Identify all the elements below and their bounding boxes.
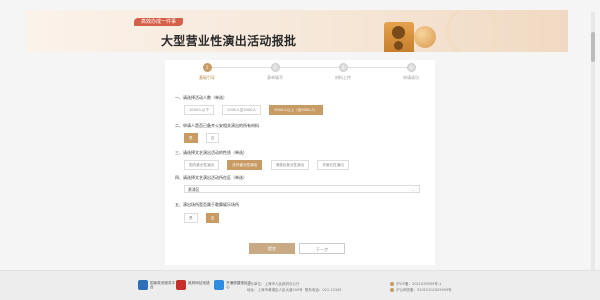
step-label: 材料上传: [335, 75, 351, 80]
page: 高效办成一件事 大型营业性演出活动报批 1 基础引导 2 表单填写 3 材料上传…: [0, 0, 600, 300]
page-title: 大型营业性演出活动报批: [161, 34, 297, 48]
gov-service-icon: [138, 280, 148, 290]
option-foreign[interactable]: 涉外营业性演出: [227, 160, 263, 170]
police-badge-icon: [390, 288, 394, 292]
step-dot: 2: [270, 63, 280, 72]
icp-badge-icon: [390, 282, 394, 286]
emblem-icon: [176, 280, 186, 290]
option-yes[interactable]: 是: [184, 213, 198, 223]
option-under-1000[interactable]: 1000人以下: [184, 105, 214, 115]
option-1000-5000[interactable]: 1000人至5000人: [222, 105, 262, 115]
next-button[interactable]: 下一步: [299, 243, 345, 254]
banner-tag: 高效办成一件事: [134, 18, 184, 26]
footer-police-record[interactable]: 沪公网安备：31010102005959号: [396, 288, 452, 292]
question-3-options: 国内营业性演出 涉外营业性演出 港澳台营业性演出 非营业性演出: [184, 160, 352, 170]
service-center-icon: [214, 280, 224, 290]
option-yes[interactable]: 是: [184, 133, 198, 143]
scrollbar[interactable]: [591, 12, 595, 292]
option-no[interactable]: 否: [205, 133, 220, 143]
speaker-illustration: [384, 22, 414, 52]
step-4: 4 申请成功: [381, 63, 441, 81]
step-dot: 4: [406, 63, 416, 72]
question-1-options: 1000人以下 1000人至5000人 5000人以上（含5000人）: [184, 105, 326, 115]
step-label: 基础引导: [199, 75, 215, 80]
question-2-options: 是 否: [184, 133, 222, 143]
footer-icp[interactable]: 沪ICP备：2021039399号-1: [396, 282, 441, 286]
option-no[interactable]: 否: [205, 213, 220, 223]
district-select[interactable]: 黄浦区 ⌄: [184, 185, 420, 193]
option-over-5000[interactable]: 5000人以上（含5000人）: [269, 105, 323, 115]
banner: 高效办成一件事 大型营业性演出活动报批: [26, 10, 568, 52]
option-hk-macao-taiwan[interactable]: 港澳台营业性演出: [270, 160, 310, 170]
step-2: 2 表单填写: [245, 63, 305, 81]
footer-logo-label: 政府网站找错: [188, 281, 210, 285]
option-domestic[interactable]: 国内营业性演出: [184, 160, 220, 170]
step-progress: 1 基础引导 2 表单填写 3 材料上传 4 申请成功: [165, 63, 435, 83]
step-dot: 3: [338, 63, 348, 72]
question-3-label: 三、请选择文艺演出活动的性质（单选）: [175, 150, 247, 155]
submit-button[interactable]: 提交: [249, 243, 295, 254]
step-dot: 1: [202, 63, 212, 72]
scrollbar-thumb[interactable]: [591, 32, 595, 62]
footer-phone: 联系电话：021-12345: [304, 288, 342, 292]
question-1-label: 一、请选择活动人数（单选）: [175, 95, 227, 100]
decorative-ball: [414, 26, 436, 48]
decorative-ring: [446, 10, 500, 52]
footer-registration: 沪ICP备：2021039399号-1 沪公网安备：31010102005959…: [390, 281, 452, 293]
question-2-label: 二、申请人是否已备齐公安相关演出的所有材料: [175, 123, 259, 128]
chevron-down-icon: ⌄: [411, 187, 415, 192]
footer: 国家政务服务平台 政府网站找错 开通便捷惠民中心 主办单位：上海市人民政府办公厅…: [0, 270, 600, 300]
step-label: 表单填写: [267, 75, 283, 80]
option-non-commercial[interactable]: 非营业性演出: [317, 160, 349, 170]
step-3: 3 材料上传: [313, 63, 373, 81]
district-selected-value: 黄浦区: [188, 187, 200, 192]
footer-contact: 主办单位：上海市人民政府办公厅 地址：上海市黄浦区人民大道200号 联系电话：0…: [247, 281, 342, 293]
step-label: 申请成功: [403, 75, 419, 80]
question-5-options: 是 否: [184, 213, 222, 223]
step-1: 1 基础引导: [177, 63, 237, 81]
question-5-label: 五、演出场所是否属于歌舞娱乐场所: [175, 202, 239, 207]
footer-logo-label: 国家政务服务平台: [150, 281, 176, 290]
footer-address: 地址：上海市黄浦区人民大道200号: [247, 288, 303, 292]
question-4-label: 四、请选择文艺演出活动所在区（单选）: [175, 175, 247, 180]
